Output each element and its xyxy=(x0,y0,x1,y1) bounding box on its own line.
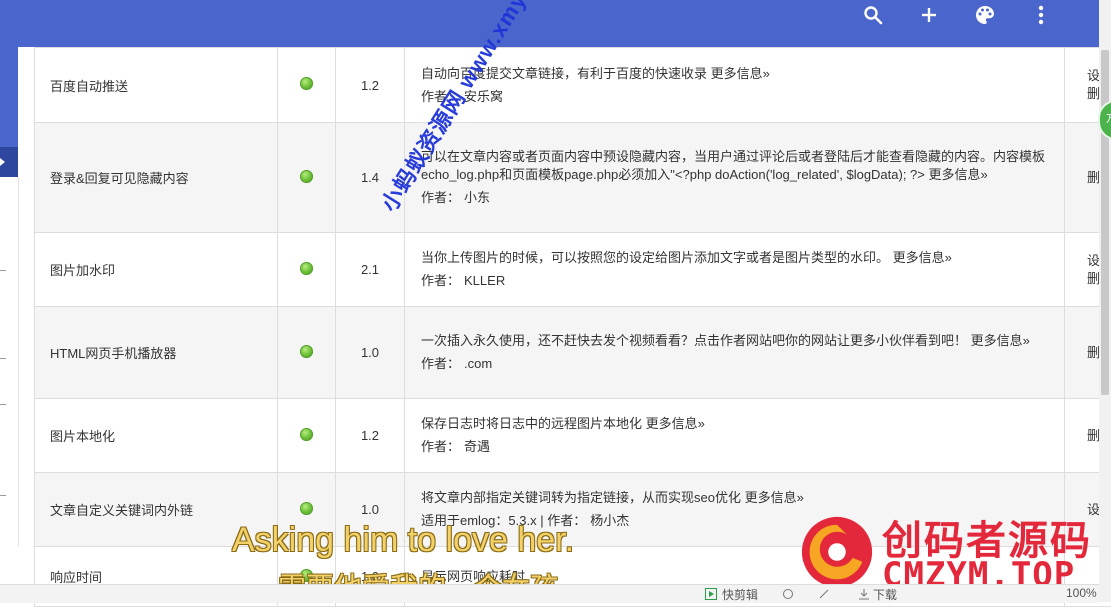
sidebar-tick xyxy=(0,270,6,271)
status-enabled-icon[interactable] xyxy=(300,502,313,515)
status-enabled-icon[interactable] xyxy=(300,262,313,275)
browser-status-bar: 快剪辑 下载 100% xyxy=(0,584,1099,603)
author-label: 作者： xyxy=(421,439,460,454)
palette-icon xyxy=(974,4,996,26)
caret-right-icon xyxy=(0,147,8,177)
plugin-author: KLLER xyxy=(464,273,505,288)
table-row: 图片加水印 2.1 当你上传图片的时候，可以按照您的设定给图片添加文字或者是图片… xyxy=(35,233,1111,307)
plugin-description: 一次插入永久使用，还不赶快去发个视频看看？点击作者网站吧你的网站让更多小伙伴看到… xyxy=(421,333,967,348)
zoom-level[interactable]: 100% xyxy=(1066,586,1097,600)
more-info-link[interactable]: 更多信息» xyxy=(929,167,988,182)
status-cell xyxy=(278,399,336,473)
plus-icon xyxy=(920,6,938,24)
quickclip-label[interactable]: 快剪辑 xyxy=(722,586,758,603)
status-enabled-icon[interactable] xyxy=(300,170,313,183)
plugin-name: 图片本地化 xyxy=(35,399,278,473)
plugin-description-cell: 可以在文章内容或者页面内容中预设隐藏内容，当用户通过评论后或者登陆后才能查看隐藏… xyxy=(405,123,1065,233)
download-icon[interactable] xyxy=(858,588,870,600)
more-info-link[interactable]: 更多信息» xyxy=(646,416,705,431)
plugin-name: 图片加水印 xyxy=(35,233,278,307)
plugin-author: 奇遇 xyxy=(464,439,490,454)
search-icon xyxy=(863,5,883,25)
sidebar-tick xyxy=(0,358,6,359)
plugin-version: 1.0 xyxy=(336,307,405,399)
table-row: 图片本地化 1.2 保存日志时将日志中的远程图片本地化 更多信息» 作者：奇遇 … xyxy=(35,399,1111,473)
plugin-name: HTML网页手机播放器 xyxy=(35,307,278,399)
sidebar-active-item[interactable] xyxy=(0,147,18,177)
refresh-icon[interactable] xyxy=(782,588,794,600)
status-enabled-icon[interactable] xyxy=(300,428,313,441)
plugin-name: 登录&回复可见隐藏内容 xyxy=(35,123,278,233)
more-info-link[interactable]: 更多信息» xyxy=(971,333,1030,348)
author-label: 作者： xyxy=(421,190,460,205)
plugin-author: 小东 xyxy=(464,190,490,205)
download-label[interactable]: 下载 xyxy=(873,586,897,603)
plugin-version: 1.2 xyxy=(336,399,405,473)
author-label: 作者： xyxy=(421,356,460,371)
top-app-bar xyxy=(0,0,1099,47)
quickclip-icon[interactable] xyxy=(705,588,717,600)
author-label: 作者： xyxy=(421,273,460,288)
more-info-link[interactable]: 更多信息» xyxy=(711,66,770,81)
theme-button[interactable] xyxy=(957,1,1013,29)
more-info-link[interactable]: 更多信息» xyxy=(745,490,804,505)
status-cell xyxy=(278,48,336,123)
sidebar-divider xyxy=(18,177,19,547)
plugin-description-cell: 保存日志时将日志中的远程图片本地化 更多信息» 作者： 奇遇 xyxy=(405,399,1065,473)
speed-icon[interactable] xyxy=(818,588,830,600)
plugin-description: 将文章内部指定关键词转为指定链接，从而实现seo优化 xyxy=(421,490,741,505)
status-cell xyxy=(278,307,336,399)
search-button[interactable] xyxy=(845,1,901,29)
plugin-description-cell: 一次插入永久使用，还不赶快去发个视频看看？点击作者网站吧你的网站让更多小伙伴看到… xyxy=(405,307,1065,399)
add-button[interactable] xyxy=(901,1,957,29)
status-enabled-icon[interactable] xyxy=(300,345,313,358)
subtitle-english: Asking him to love her. xyxy=(232,521,574,560)
plugin-description: 当你上传图片的时候，可以按照您的设定给图片添加文字或者是图片类型的水印。 xyxy=(421,250,889,265)
table-row: 登录&回复可见隐藏内容 1.4 可以在文章内容或者页面内容中预设隐藏内容，当用户… xyxy=(35,123,1111,233)
plugin-author: 杨小杰 xyxy=(590,513,629,528)
table-row: HTML网页手机播放器 1.0 一次插入永久使用，还不赶快去发个视频看看？点击作… xyxy=(35,307,1111,399)
plugin-description-cell: 当你上传图片的时候，可以按照您的设定给图片添加文字或者是图片类型的水印。 更多信… xyxy=(405,233,1065,307)
toolbar-actions xyxy=(845,0,1069,30)
sidebar-tick xyxy=(0,404,6,405)
more-info-link[interactable]: 更多信息» xyxy=(893,250,952,265)
sidebar-tick xyxy=(0,495,6,496)
table-row: 百度自动推送 1.2 自动向百度提交文章链接，有利于百度的快速收录 更多信息» … xyxy=(35,48,1111,123)
status-enabled-icon[interactable] xyxy=(300,77,313,90)
plugin-description-cell: 自动向百度提交文章链接，有利于百度的快速收录 更多信息» 作者：安乐窝 xyxy=(405,48,1065,123)
plugin-author: .com xyxy=(464,356,492,371)
status-cell xyxy=(278,233,336,307)
status-cell xyxy=(278,123,336,233)
more-button[interactable] xyxy=(1013,1,1069,29)
more-vert-icon xyxy=(1038,5,1044,25)
plugin-name: 百度自动推送 xyxy=(35,48,278,123)
brand-logo-icon xyxy=(798,513,876,591)
plugin-version: 2.1 xyxy=(336,233,405,307)
plugin-description: 保存日志时将日志中的远程图片本地化 xyxy=(421,416,642,431)
plugin-version: 1.2 xyxy=(336,48,405,123)
